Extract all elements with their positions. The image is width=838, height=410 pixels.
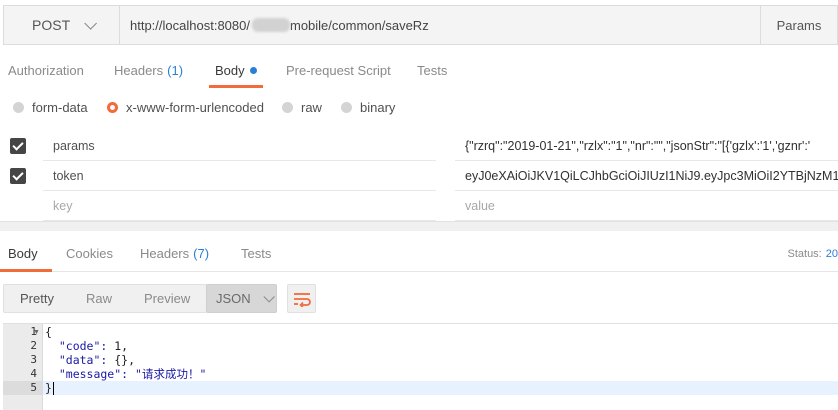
active-line-highlight bbox=[43, 381, 838, 395]
json-value: 1, bbox=[114, 339, 129, 353]
chevron-down-icon bbox=[263, 290, 275, 303]
json-key: "data": bbox=[45, 353, 115, 367]
radio-label: x-www-form-urlencoded bbox=[126, 99, 264, 115]
params-button[interactable]: Params bbox=[760, 6, 837, 44]
tab-label: Body bbox=[215, 62, 245, 78]
response-tab-headers[interactable]: Headers (7) bbox=[140, 236, 209, 271]
tab-count: (1) bbox=[167, 62, 184, 78]
radio-label: binary bbox=[360, 99, 396, 115]
kv-row-new: key value bbox=[0, 191, 838, 221]
fold-arrow-icon[interactable]: ▼ bbox=[33, 329, 40, 336]
response-tab-body[interactable]: Body bbox=[0, 236, 52, 272]
tab-label: Headers bbox=[114, 62, 164, 78]
code-token: { bbox=[45, 325, 52, 339]
wrap-lines-button[interactable] bbox=[287, 284, 316, 313]
modified-dot-icon bbox=[249, 66, 257, 74]
line-number: 5 bbox=[30, 381, 37, 394]
response-editor[interactable]: 1 ▼ 2 3 4 5 { "code": 1, "data": {}, "me… bbox=[3, 323, 838, 410]
response-status: Status: 20 bbox=[788, 236, 838, 271]
tab-label: Pre-request Script bbox=[286, 62, 391, 78]
radio-circle-icon bbox=[341, 101, 352, 113]
request-bar: POST http://localhost:8080/mobile/common… bbox=[3, 5, 838, 45]
code-token: } bbox=[45, 381, 52, 395]
radio-x-www-form-urlencoded[interactable]: x-www-form-urlencoded bbox=[107, 93, 264, 121]
section-divider bbox=[0, 221, 838, 231]
radio-form-data[interactable]: form-data bbox=[13, 93, 88, 121]
preview-button[interactable]: Preview bbox=[128, 285, 206, 312]
response-tabs: Body Cookies Headers (7) Tests Status: 20 bbox=[0, 236, 838, 272]
new-value-input[interactable]: value bbox=[455, 191, 838, 221]
kv-key-input[interactable]: token bbox=[43, 161, 436, 191]
json-value: "请求成功！" bbox=[135, 367, 207, 381]
radio-circle-icon bbox=[13, 101, 24, 113]
format-select[interactable]: JSON bbox=[206, 284, 277, 313]
tab-label: Tests bbox=[417, 62, 448, 78]
radio-selected-icon bbox=[107, 101, 118, 113]
url-prefix: http://localhost:8080/ bbox=[130, 17, 250, 33]
code-line: "message": "请求成功！" bbox=[45, 367, 207, 381]
radio-label: form-data bbox=[32, 99, 88, 115]
status-label: Status: bbox=[787, 247, 822, 260]
line-number: 1 bbox=[30, 325, 37, 338]
radio-label: raw bbox=[301, 99, 322, 115]
status-code: 20 bbox=[825, 247, 838, 260]
code-line: } bbox=[45, 381, 54, 395]
kv-value-input[interactable]: eyJ0eXAiOiJKV1QiLCJhbGciOiJIUzI1NiJ9.eyJ… bbox=[455, 161, 838, 191]
format-button-group: Pretty Raw Preview bbox=[3, 284, 208, 313]
tab-tests[interactable]: Tests bbox=[417, 52, 447, 88]
code-line: "code": 1, bbox=[45, 339, 128, 353]
tab-label: Body bbox=[8, 246, 38, 261]
tab-headers[interactable]: Headers (1) bbox=[114, 52, 183, 88]
code-line: "data": {}, bbox=[45, 353, 135, 367]
redacted-blur bbox=[251, 18, 290, 32]
tab-pre-request-script[interactable]: Pre-request Script bbox=[286, 52, 391, 88]
tab-body[interactable]: Body bbox=[209, 52, 263, 88]
response-tab-cookies[interactable]: Cookies bbox=[66, 236, 113, 271]
format-select-label: JSON bbox=[216, 291, 251, 306]
line-number: 2 bbox=[30, 339, 37, 352]
line-number: 3 bbox=[30, 353, 37, 366]
raw-button[interactable]: Raw bbox=[70, 285, 128, 312]
kv-row: params {"rzrq":"2019-01-21","rzlx":"1","… bbox=[0, 131, 838, 161]
radio-circle-icon bbox=[282, 101, 293, 113]
json-key: "code": bbox=[45, 339, 115, 353]
new-key-input[interactable]: key bbox=[43, 191, 436, 221]
tab-label: Headers bbox=[140, 246, 190, 261]
radio-raw[interactable]: raw bbox=[282, 93, 322, 121]
json-value: {}, bbox=[114, 353, 136, 367]
kv-row: token eyJ0eXAiOiJKV1QiLCJhbGciOiJIUzI1Ni… bbox=[0, 161, 838, 191]
chevron-down-icon bbox=[84, 16, 98, 30]
code-line: { bbox=[45, 325, 52, 339]
request-tabs: Authorization Headers (1) Body Pre-reques… bbox=[0, 52, 838, 88]
radio-binary[interactable]: binary bbox=[341, 93, 395, 121]
tab-label: Tests bbox=[241, 246, 272, 261]
wrap-lines-icon bbox=[293, 292, 311, 307]
url-input[interactable]: http://localhost:8080/mobile/common/save… bbox=[120, 6, 760, 44]
json-key: "message": bbox=[45, 367, 136, 381]
kv-value-input[interactable]: {"rzrq":"2019-01-21","rzlx":"1","nr":"",… bbox=[455, 131, 838, 161]
url-suffix: mobile/common/saveRz bbox=[289, 17, 429, 33]
method-label: POST bbox=[32, 17, 71, 33]
row-enabled-checkbox[interactable] bbox=[10, 168, 26, 184]
body-type-group: form-data x-www-form-urlencoded raw bina… bbox=[0, 93, 838, 121]
tab-label: Authorization bbox=[8, 62, 84, 78]
method-select[interactable]: POST bbox=[4, 6, 120, 44]
tab-label: Cookies bbox=[66, 246, 113, 261]
tab-authorization[interactable]: Authorization bbox=[8, 52, 84, 88]
row-enabled-checkbox[interactable] bbox=[10, 138, 26, 154]
pretty-button[interactable]: Pretty bbox=[4, 285, 70, 312]
response-tab-tests[interactable]: Tests bbox=[241, 236, 271, 271]
line-number: 4 bbox=[30, 367, 37, 380]
tab-count: (7) bbox=[193, 246, 210, 261]
kv-key-input[interactable]: params bbox=[43, 131, 436, 161]
text-caret bbox=[52, 382, 54, 395]
